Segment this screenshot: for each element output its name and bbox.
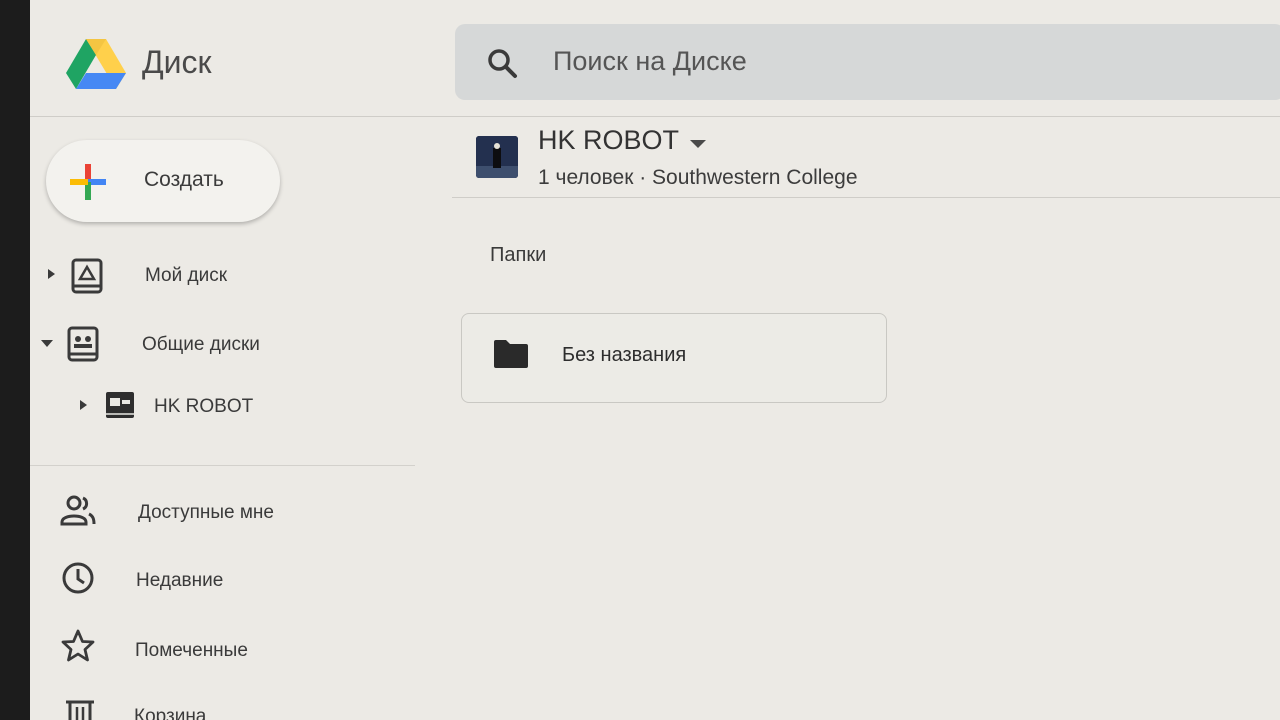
sidebar-item-label: Помеченные [135, 640, 248, 661]
sidebar-item-my-drive[interactable]: Мой диск [40, 254, 400, 300]
sidebar-item-label: Доступные мне [138, 502, 274, 523]
star-icon [61, 629, 95, 662]
main-divider [452, 197, 1280, 198]
shared-drives-icon [67, 326, 99, 362]
folder-card[interactable]: Без названия [461, 313, 887, 403]
clock-icon [62, 562, 94, 594]
robot-thumbnail-icon [476, 136, 518, 178]
sidebar-divider [30, 465, 415, 466]
folder-name: Без названия [562, 344, 687, 366]
drive-menu-caret-icon[interactable] [688, 137, 708, 151]
sidebar-item-label: Мой диск [145, 265, 228, 286]
sidebar-item-label: Корзина [134, 706, 207, 720]
sidebar-item-label: Общие диски [142, 334, 260, 355]
sidebar-item-trash[interactable]: Корзина [58, 694, 398, 720]
sidebar-item-shared-with-me[interactable]: Доступные мне [56, 490, 396, 536]
drive-meta: 1 человек · Southwestern College [538, 166, 858, 189]
screen-bezel [0, 0, 30, 720]
sidebar-item-label: HK ROBOT [154, 396, 254, 417]
shared-with-me-icon [60, 495, 96, 526]
plus-icon [70, 164, 106, 200]
sidebar-item-shared-drives[interactable]: Общие диски [36, 322, 396, 368]
sidebar-item-label: Недавние [136, 570, 224, 591]
search-input[interactable]: Поиск на Диске [553, 46, 747, 77]
sidebar-item-starred[interactable]: Помеченные [58, 626, 398, 672]
sidebar-item-hk-robot[interactable]: HK ROBOT [74, 386, 394, 428]
search-bar[interactable]: Поиск на Диске [455, 24, 1280, 100]
drive-logo-icon[interactable] [66, 36, 126, 92]
expand-caret-icon[interactable] [44, 267, 58, 281]
expand-caret-icon[interactable] [76, 398, 90, 412]
create-button[interactable]: Создать [46, 140, 280, 222]
trash-icon [66, 700, 94, 720]
search-icon[interactable] [485, 46, 519, 80]
drive-thumbnail [476, 136, 518, 178]
header-divider [30, 116, 1280, 117]
my-drive-icon [71, 258, 103, 294]
sidebar-item-recent[interactable]: Недавние [58, 558, 398, 604]
shared-drive-icon [106, 392, 134, 418]
create-button-label: Создать [144, 168, 224, 191]
app-name[interactable]: Диск [142, 44, 212, 81]
drive-title[interactable]: HK ROBOT [538, 125, 679, 156]
collapse-caret-icon[interactable] [40, 336, 54, 350]
folders-section-title: Папки [490, 244, 547, 266]
folder-icon [494, 340, 528, 368]
